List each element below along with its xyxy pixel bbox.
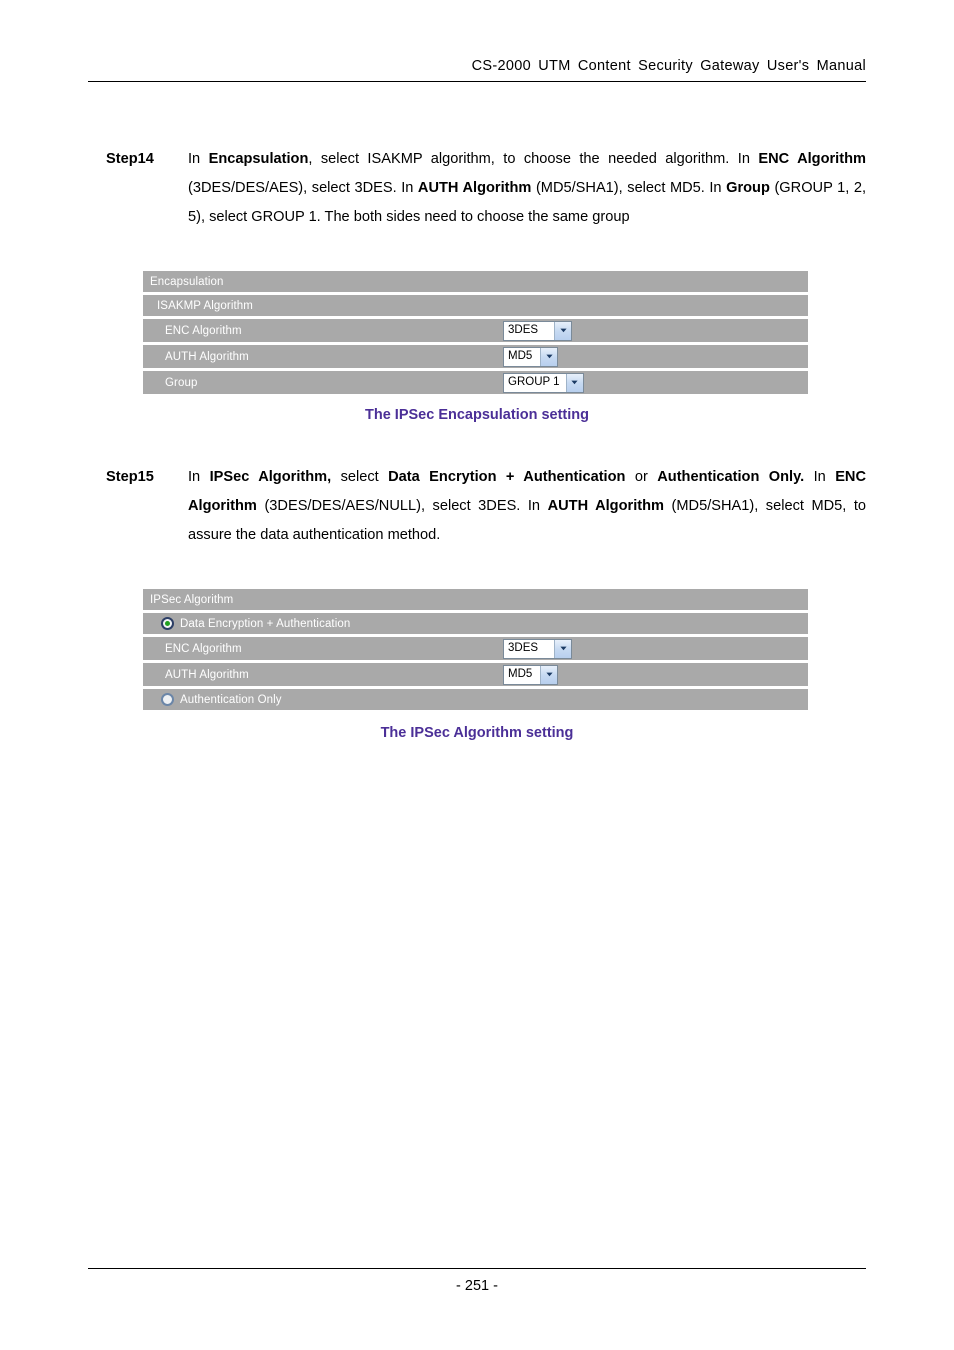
text-run: select bbox=[331, 469, 389, 485]
text-run: (3DES/DES/AES), select 3DES. In bbox=[188, 180, 418, 196]
row-label: ENC Algorithm bbox=[165, 324, 242, 337]
chevron-down-icon[interactable] bbox=[554, 639, 571, 658]
text-run: (MD5/SHA1), select MD5. In bbox=[531, 180, 727, 196]
settings-row: Encapsulation bbox=[143, 271, 808, 292]
settings-row: Authentication Only bbox=[143, 689, 808, 710]
row-label: Group bbox=[165, 376, 198, 389]
chevron-down-icon[interactable] bbox=[565, 373, 583, 392]
page-number: - 251 - bbox=[456, 1278, 498, 1294]
row-label: AUTH Algorithm bbox=[165, 350, 249, 363]
radio-option-selected[interactable]: Data Encryption + Authentication bbox=[143, 617, 350, 630]
row-label: ENC Algorithm bbox=[165, 642, 242, 655]
header-divider bbox=[88, 81, 866, 82]
emphasis-run: Authentication Only. bbox=[657, 469, 805, 485]
ipsec-algorithm-settings-panel: IPSec Algorithm Data Encryption + Authent… bbox=[143, 589, 808, 710]
dropdown-value: MD5 bbox=[508, 667, 533, 680]
emphasis-run: IPSec Algorithm, bbox=[209, 469, 332, 485]
text-run: In bbox=[804, 469, 836, 485]
emphasis-run: ENC Algorithm bbox=[758, 151, 866, 167]
step-text: In IPSec Algorithm, select Data Encrytio… bbox=[188, 463, 866, 550]
manual-title: CS-2000 UTM Content Security Gateway Use… bbox=[471, 58, 866, 74]
row-label: AUTH Algorithm bbox=[165, 668, 249, 681]
dropdown-value: 3DES bbox=[508, 641, 539, 654]
field-wrapper: GROUP 1 bbox=[503, 372, 584, 393]
dropdown-value: GROUP 1 bbox=[508, 375, 560, 388]
radio-selected-icon[interactable] bbox=[161, 617, 174, 630]
field-wrapper: 3DES bbox=[503, 638, 572, 659]
text-run: , select ISAKMP algorithm, to choose the… bbox=[308, 151, 759, 167]
emphasis-run: Encapsulation bbox=[208, 151, 309, 167]
chevron-down-icon[interactable] bbox=[540, 347, 557, 366]
figure-caption-encapsulation: The IPSec Encapsulation setting bbox=[365, 407, 589, 423]
radio-label: Data Encryption + Authentication bbox=[180, 617, 351, 630]
text-run: In bbox=[188, 151, 209, 167]
settings-row: Group GROUP 1 bbox=[143, 371, 808, 394]
field-wrapper: 3DES bbox=[503, 320, 572, 341]
encapsulation-settings-panel: Encapsulation ISAKMP Algorithm ENC Algorit… bbox=[143, 271, 808, 394]
dropdown-enc-algorithm[interactable]: 3DES bbox=[503, 638, 572, 659]
emphasis-run: Group bbox=[726, 180, 770, 196]
page-footer: - 251 - bbox=[88, 1268, 866, 1294]
radio-label: Authentication Only bbox=[180, 693, 282, 706]
settings-row: Data Encryption + Authentication bbox=[143, 613, 808, 634]
emphasis-run: AUTH Algorithm bbox=[547, 498, 664, 514]
settings-row: AUTH Algorithm MD5 bbox=[143, 663, 808, 686]
field-wrapper: MD5 bbox=[503, 664, 558, 685]
dropdown-group[interactable]: GROUP 1 bbox=[503, 372, 584, 393]
dropdown-value: MD5 bbox=[508, 349, 533, 362]
dropdown-value: 3DES bbox=[508, 323, 539, 336]
dropdown-enc-algorithm[interactable]: 3DES bbox=[503, 320, 572, 341]
step-paragraph-15: Step15 In IPSec Algorithm, select Data E… bbox=[106, 463, 866, 550]
text-run: In bbox=[188, 469, 210, 485]
row-label: ISAKMP Algorithm bbox=[157, 299, 253, 312]
step-text: In Encapsulation, select ISAKMP algorith… bbox=[188, 145, 866, 232]
settings-row: ISAKMP Algorithm bbox=[143, 295, 808, 316]
settings-row: ENC Algorithm 3DES bbox=[143, 637, 808, 660]
text-run: or bbox=[625, 469, 658, 485]
radio-option-unselected[interactable]: Authentication Only bbox=[143, 693, 282, 706]
row-label: Encapsulation bbox=[150, 275, 224, 288]
settings-row: IPSec Algorithm bbox=[143, 589, 808, 610]
dropdown-auth-algorithm[interactable]: MD5 bbox=[503, 664, 558, 685]
row-label: IPSec Algorithm bbox=[150, 593, 234, 606]
page-running-header: CS-2000 UTM Content Security Gateway Use… bbox=[88, 58, 866, 82]
emphasis-run: AUTH Algorithm bbox=[417, 180, 532, 196]
field-wrapper: MD5 bbox=[503, 346, 558, 367]
step-label: Step14 bbox=[106, 151, 154, 167]
step-label: Step15 bbox=[106, 469, 154, 485]
settings-row: AUTH Algorithm MD5 bbox=[143, 345, 808, 368]
dropdown-auth-algorithm[interactable]: MD5 bbox=[503, 346, 558, 367]
chevron-down-icon[interactable] bbox=[540, 665, 557, 684]
text-run: (3DES/DES/AES/NULL), select 3DES. In bbox=[256, 498, 548, 514]
chevron-down-icon[interactable] bbox=[554, 321, 571, 340]
figure-caption-ipsec: The IPSec Algorithm setting bbox=[380, 725, 574, 741]
radio-unselected-icon[interactable] bbox=[161, 693, 174, 706]
step-paragraph-14: Step14 In Encapsulation, select ISAKMP a… bbox=[106, 145, 866, 232]
settings-row: ENC Algorithm 3DES bbox=[143, 319, 808, 342]
emphasis-run: Data Encrytion + Authentication bbox=[388, 469, 626, 485]
